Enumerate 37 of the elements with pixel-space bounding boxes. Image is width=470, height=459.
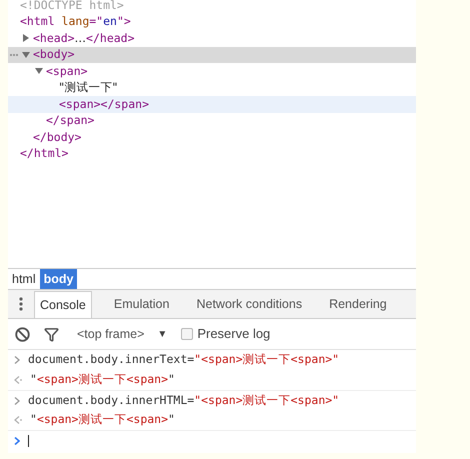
- drawer-tab[interactable]: Emulation: [108, 291, 174, 318]
- element-tag: <body>: [33, 46, 75, 64]
- breadcrumb[interactable]: html: [8, 269, 40, 289]
- console-command: document.body.innerHTML="<span>测试一下<span>": [28, 392, 340, 409]
- input-chevron-icon: [14, 396, 20, 404]
- clear-console-icon[interactable]: [15, 326, 30, 342]
- more-options-icon[interactable]: [19, 297, 23, 311]
- closing-tag: </span>: [46, 112, 94, 130]
- output-arrow-icon: [14, 416, 22, 424]
- element-tag: <html lang="en">: [20, 13, 131, 30]
- expand-triangle-icon[interactable]: [22, 34, 30, 42]
- output-arrow-icon: [14, 376, 22, 384]
- element-tag: <span></span>: [59, 96, 150, 113]
- element-tag: <span>: [46, 62, 88, 80]
- closing-tag: </body>: [33, 128, 82, 146]
- console-result: "<span>测试一下<span>": [30, 371, 175, 388]
- input-chevron-icon: [14, 356, 20, 364]
- frame-selector[interactable]: <top frame>: [77, 324, 144, 344]
- quoted-text: "测试一下": [59, 79, 118, 96]
- collapse-triangle-icon[interactable]: [22, 50, 30, 59]
- collapse-triangle-icon[interactable]: [35, 67, 43, 76]
- doctype-declaration: <!DOCTYPE html>: [20, 0, 124, 14]
- filter-icon[interactable]: [44, 326, 59, 342]
- prompt-chevron-icon: [14, 436, 20, 444]
- preserve-log-label: Preserve log: [197, 325, 270, 344]
- element-tag: <head>…</head>: [33, 30, 135, 47]
- dropdown-arrow[interactable]: ▼: [157, 326, 168, 342]
- hovered-tree-row[interactable]: <span></span>: [8, 96, 416, 112]
- selected-tree-row[interactable]: <body>: [8, 46, 416, 63]
- breadcrumb[interactable]: body: [40, 269, 78, 289]
- preserve-log-checkbox[interactable]: [181, 328, 194, 340]
- drawer-tab[interactable]: Rendering: [324, 291, 392, 318]
- console-command: document.body.innerText="<span>测试一下<span>": [28, 351, 340, 368]
- console-result: "<span>测试一下<span>": [30, 411, 175, 428]
- drawer-tab[interactable]: Console: [34, 291, 92, 318]
- closing-tag: </html>: [20, 145, 68, 162]
- drawer-tab[interactable]: Network conditions: [191, 291, 308, 318]
